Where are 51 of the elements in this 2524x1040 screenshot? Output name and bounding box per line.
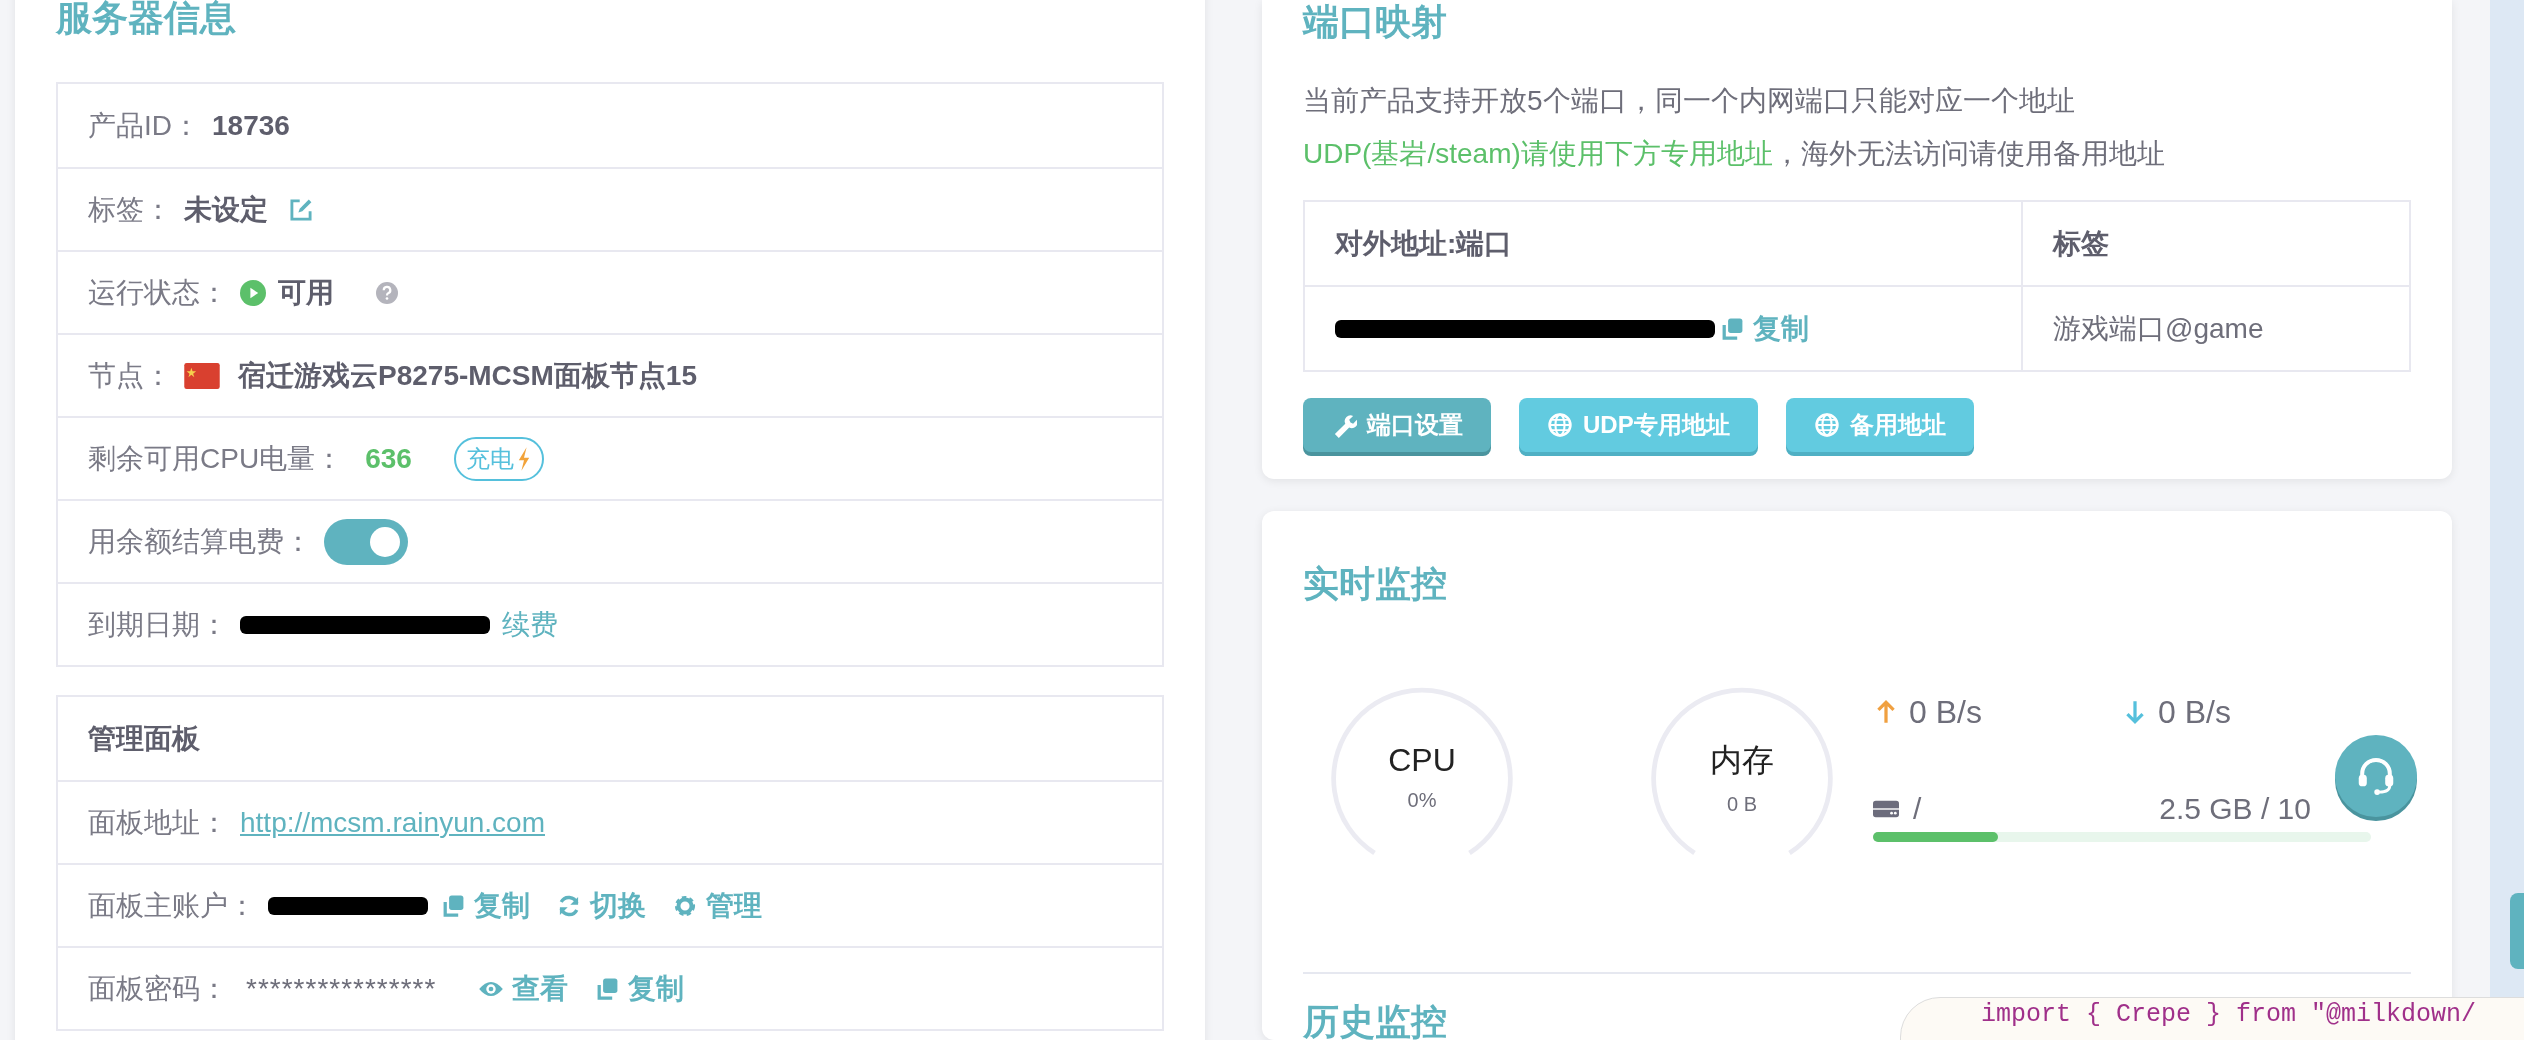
column-header: 对外地址:端口 bbox=[1333, 226, 1514, 261]
gauge-label: CPU bbox=[1388, 742, 1456, 779]
section-title: 实时监控 bbox=[1303, 566, 1448, 602]
field-value: 未设定 bbox=[184, 192, 268, 227]
notice-text: UDP(基岩/steam)请使用下方专用地址 bbox=[1303, 138, 1773, 169]
field-label: 节点： bbox=[88, 358, 172, 393]
field-label: 面板密码： bbox=[88, 971, 228, 1006]
globe-icon bbox=[1813, 412, 1840, 438]
section-title: 历史监控 bbox=[1303, 1004, 1447, 1040]
disk-usage: 2.5 GB / 10 bbox=[2159, 792, 2311, 826]
help-icon[interactable] bbox=[376, 281, 398, 304]
gauge-label: 内存 bbox=[1710, 740, 1774, 780]
action-link[interactable]: 复制 bbox=[594, 969, 685, 1008]
field-label: 标签： bbox=[88, 192, 172, 227]
code-line: import { Crepe } from "@milkdown/ bbox=[1981, 999, 2478, 1027]
side-tab[interactable] bbox=[2510, 893, 2524, 969]
field-label: 到期日期： bbox=[88, 607, 228, 642]
action-link[interactable]: 管理 bbox=[672, 886, 762, 925]
action-link[interactable]: 切换 bbox=[556, 886, 646, 925]
gauge-value: 0% bbox=[1407, 789, 1437, 812]
toggle-switch[interactable] bbox=[324, 518, 408, 565]
copy-link[interactable]: 复制 bbox=[1719, 309, 1809, 348]
field-value: 636 bbox=[365, 442, 412, 475]
globe-icon bbox=[1547, 412, 1573, 438]
upload-speed: 0 B/s bbox=[1909, 693, 1982, 731]
edit-icon[interactable] bbox=[288, 196, 314, 223]
flag-icon bbox=[184, 362, 220, 389]
field-value: 宿迁游戏云P8275-MCSM面板节点15 bbox=[238, 358, 697, 393]
action-link[interactable]: 查看 bbox=[478, 969, 569, 1008]
field-value: 可用 bbox=[278, 275, 334, 310]
field-label: 运行状态： bbox=[88, 275, 228, 310]
renew-link[interactable]: 续费 bbox=[502, 605, 558, 644]
download-speed: 0 B/s bbox=[2158, 693, 2231, 731]
gauge-value: 0 B bbox=[1727, 792, 1757, 816]
column-header: 标签 bbox=[2021, 202, 2409, 285]
field-value: 18736 bbox=[212, 109, 290, 142]
field-label: 用余额结算电费： bbox=[88, 524, 312, 559]
panel-url-link[interactable]: http://mcsm.rainyun.com bbox=[240, 806, 545, 839]
notice-text: ，海外无法访问请使用备用地址 bbox=[1772, 138, 2165, 169]
panel-title: 管理面板 bbox=[88, 721, 200, 756]
table-cell: 游戏端口@game bbox=[2021, 287, 2409, 370]
notice-text: 当前产品支持开放5个端口，同一个内网端口只能对应一个地址 bbox=[1303, 84, 2076, 118]
disk-path: / bbox=[1913, 792, 1922, 826]
field-label: 产品ID： bbox=[88, 108, 200, 143]
section-title: 端口映射 bbox=[1303, 0, 1448, 44]
field-label: 剩余可用CPU电量： bbox=[88, 441, 344, 476]
field-label: 面板地址： bbox=[88, 805, 228, 840]
field-label: 面板主账户： bbox=[88, 888, 256, 923]
charge-button[interactable]: 充电 bbox=[453, 436, 544, 481]
action-link[interactable]: 复制 bbox=[440, 886, 530, 925]
password-value: **************** bbox=[246, 972, 437, 1005]
